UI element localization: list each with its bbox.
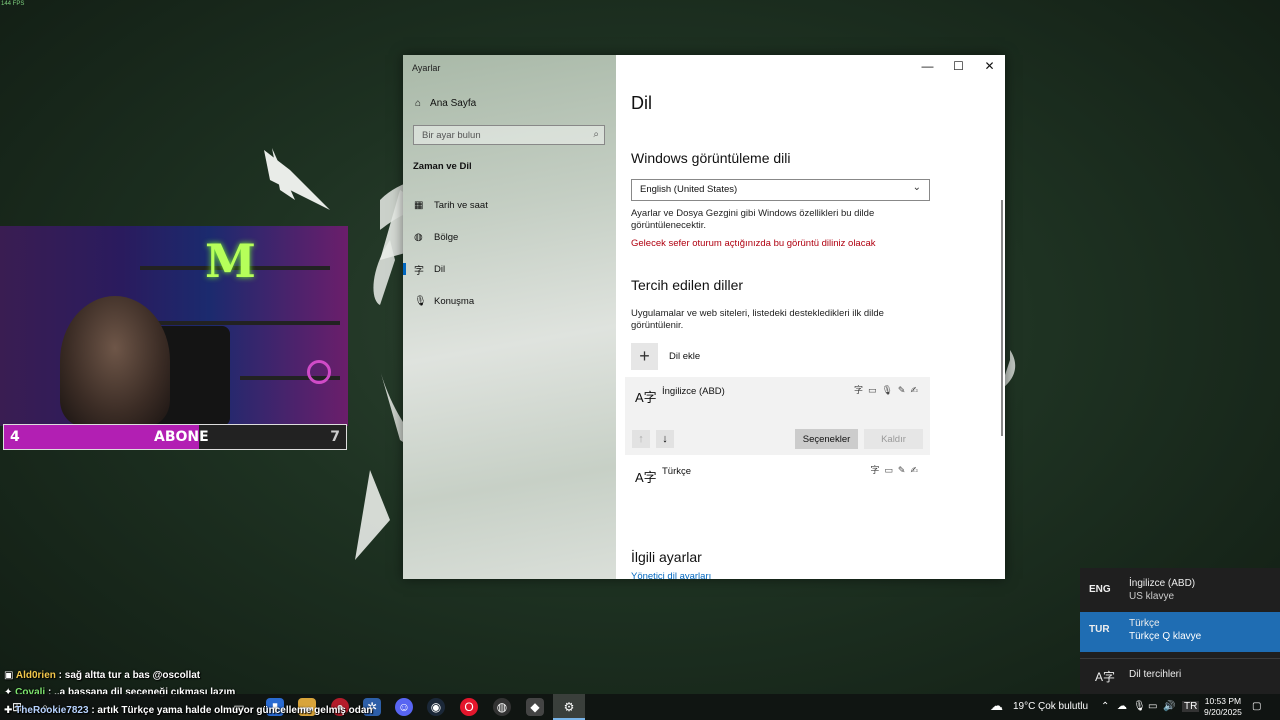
home-icon: ⌂: [415, 98, 422, 109]
maximize-button[interactable]: ☐: [943, 55, 974, 77]
chat-message: ✚ TheRookie7823 : artık Türkçe yama hald…: [4, 705, 373, 716]
add-language-button[interactable]: + Dil ekle: [631, 343, 700, 370]
microphone-icon[interactable]: 🎙: [1133, 701, 1146, 712]
gear-icon: ⚙: [563, 700, 575, 714]
sidebar-item-tarih-ve-saat[interactable]: ▦ Tarih ve saat: [403, 193, 616, 217]
chat-text: : sağ altta tur a bas @oscollat: [58, 670, 201, 681]
sub-goal-current: 4: [10, 429, 20, 445]
badge-icon: ✚: [4, 705, 13, 716]
weather-desc[interactable]: Çok bulutlu: [1038, 701, 1088, 712]
sidebar-item-label: Bölge: [434, 231, 459, 243]
cloud-icon[interactable]: ☁: [1117, 701, 1127, 712]
language-features-icons: 字▭✎✍: [870, 465, 923, 475]
content-scrollbar[interactable]: [1001, 200, 1003, 436]
keyboard-name: Türkçe Q klavye: [1129, 631, 1202, 642]
network-icon[interactable]: ▭: [1148, 701, 1157, 712]
settings-sidebar: Ayarlar ⌂ Ana Sayfa Bir ayar bulun ⌕ Zam…: [403, 55, 616, 579]
preferred-languages-desc: Uygulamalar ve web siteleri, listedeki d…: [631, 308, 884, 331]
page-title: Dil: [631, 93, 652, 113]
display-language-select[interactable]: English (United States) ⌄: [631, 179, 930, 201]
sidebar-home[interactable]: ⌂ Ana Sayfa: [415, 98, 476, 109]
chat-user: Ald0rien: [15, 670, 56, 681]
clock[interactable]: 10:53 PM 9/20/2025: [1204, 696, 1242, 718]
close-button[interactable]: ✕: [974, 55, 1005, 77]
steam-icon[interactable]: ◉: [427, 698, 445, 716]
settings-search-input[interactable]: Bir ayar bulun ⌕: [413, 125, 605, 145]
chat-message: ▣ Ald0rien : sağ altta tur a bas @oscoll…: [4, 670, 200, 681]
chat-user: TheRookie7823: [15, 705, 89, 716]
globe-icon: ◍: [414, 231, 423, 243]
window-controls: — ☐ ✕: [912, 55, 1005, 77]
keyboard-name: US klavye: [1129, 591, 1175, 602]
weather-temp[interactable]: 19°C: [1013, 701, 1035, 712]
obs-icon[interactable]: ◍: [493, 698, 511, 716]
sidebar-item-konusma[interactable]: 🎙 Konuşma: [403, 289, 616, 313]
sidebar-item-bolge[interactable]: ◍ Bölge: [403, 225, 616, 249]
sub-goal-label: ABONE: [154, 429, 209, 445]
input-language-flyout: ENG İngilizce (ABD) US klavye TUR Türkçe…: [1080, 568, 1280, 694]
microphone-icon: 🎙: [414, 295, 427, 307]
language-features-icons: 字▭🎙✎✍: [853, 385, 923, 395]
language-name: İngilizce (ABD): [1129, 578, 1196, 589]
language-item-turkish[interactable]: A字 Türkçe 字▭✎✍: [625, 457, 930, 497]
language-icon: A字: [1095, 670, 1116, 684]
display-language-heading: Windows görüntüleme dili: [631, 150, 791, 166]
minimize-button[interactable]: —: [912, 55, 943, 77]
add-language-label: Dil ekle: [669, 351, 701, 362]
notification-icon[interactable]: ▢: [1252, 701, 1261, 712]
calendar-clock-icon: ▦: [414, 199, 424, 211]
sidebar-item-label: Dil: [434, 263, 446, 275]
discord-icon[interactable]: ☺: [395, 698, 413, 716]
display-language-desc: Ayarlar ve Dosya Gezgini gibi Windows öz…: [631, 208, 875, 231]
sidebar-item-label: Konuşma: [434, 295, 475, 307]
volume-icon[interactable]: 🔊: [1163, 701, 1175, 712]
window-title: Ayarlar: [412, 63, 441, 73]
language-name: Türkçe: [1129, 618, 1160, 629]
language-preferences-link[interactable]: Dil tercihleri: [1129, 669, 1181, 680]
sidebar-item-dil[interactable]: 字 Dil: [403, 257, 616, 281]
preferred-languages-heading: Tercih edilen diller: [631, 277, 744, 293]
options-button[interactable]: Seçenekler: [795, 429, 858, 449]
fps-counter: 144 FPS: [1, 1, 25, 7]
flyout-item-tur[interactable]: TUR Türkçe Türkçe Q klavye: [1080, 612, 1280, 652]
admin-language-link[interactable]: Yönetici dil ayarları: [631, 571, 711, 579]
sidebar-home-label: Ana Sayfa: [430, 98, 477, 109]
chevron-up-icon[interactable]: ⌃: [1101, 701, 1109, 712]
search-icon: ⌕: [593, 129, 599, 140]
webcam-overlay: M: [0, 226, 348, 426]
language-icon: A字: [635, 470, 657, 485]
display-language-notice: Gelecek sefer oturum açtığınızda bu görü…: [631, 238, 876, 249]
plus-icon: +: [631, 343, 658, 370]
sidebar-section-title: Zaman ve Dil: [413, 161, 472, 172]
chevron-down-icon: ⌄: [912, 182, 921, 193]
clock-time: 10:53 PM: [1204, 696, 1242, 706]
move-down-button[interactable]: ↓: [656, 430, 674, 448]
chat-text: : artık Türkçe yama halde olmuyor güncel…: [91, 705, 373, 716]
neon-ring-icon: [307, 360, 331, 384]
language-name: İngilizce (ABD): [662, 386, 725, 397]
language-icon: A字: [635, 390, 657, 405]
language-code: ENG: [1089, 584, 1111, 595]
clock-date: 9/20/2025: [1204, 707, 1242, 717]
app-icon[interactable]: ◆: [526, 698, 544, 716]
opera-icon[interactable]: O: [460, 698, 478, 716]
input-indicator[interactable]: TR: [1182, 701, 1200, 712]
monster-logo-icon: M: [205, 234, 256, 288]
language-icon: 字: [414, 265, 424, 277]
remove-button[interactable]: Kaldır: [864, 429, 923, 449]
related-settings-heading: İlgili ayarlar: [631, 549, 702, 565]
display-language-value: English (United States): [640, 184, 738, 195]
flyout-item-eng[interactable]: ENG İngilizce (ABD) US klavye: [1080, 572, 1280, 612]
language-code: TUR: [1089, 624, 1110, 635]
search-placeholder: Bir ayar bulun: [422, 130, 481, 141]
sidebar-item-label: Tarih ve saat: [434, 199, 488, 211]
language-name: Türkçe: [662, 466, 692, 477]
move-up-button[interactable]: ↑: [632, 430, 650, 448]
settings-window: Ayarlar ⌂ Ana Sayfa Bir ayar bulun ⌕ Zam…: [403, 55, 1005, 579]
sub-goal-target: 7: [330, 429, 340, 445]
weather-icon[interactable]: ☁: [990, 698, 1003, 714]
subscriber-goal-bar: 4 ABONE 7: [3, 424, 347, 450]
language-item-english[interactable]: A字 İngilizce (ABD) 字▭🎙✎✍ ↑ ↓ Seçenekler …: [625, 377, 930, 455]
badge-icon: ▣: [4, 670, 14, 681]
